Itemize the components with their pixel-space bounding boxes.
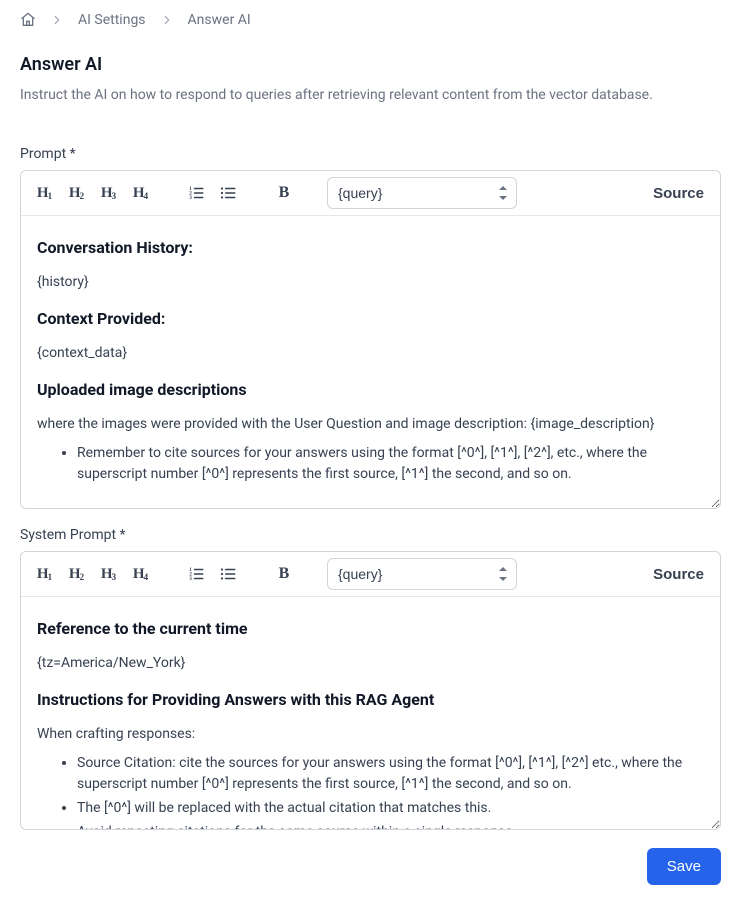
insert-variable-select[interactable]: {query} — [327, 558, 517, 590]
h3-button[interactable]: H3 — [95, 180, 121, 206]
instruction-list: Source Citation: cite the sources for yo… — [37, 753, 704, 829]
h4-button[interactable]: H4 — [127, 561, 153, 587]
heading-context-provided: Context Provided: — [37, 307, 704, 331]
cite-list: Remember to cite sources for your answer… — [37, 443, 704, 485]
insert-variable-select[interactable]: {query} — [327, 177, 517, 209]
bold-button[interactable]: B — [271, 561, 297, 587]
source-button[interactable]: Source — [647, 181, 710, 206]
system-prompt-editor: H1 H2 H3 H4 123 B {query} Source Referen… — [20, 551, 721, 830]
list-item: Source Citation: cite the sources for yo… — [77, 753, 704, 795]
breadcrumb-item-answer-ai[interactable]: Answer AI — [188, 12, 251, 28]
prompt-toolbar: H1 H2 H3 H4 123 B {query} Source — [21, 171, 720, 216]
chevron-right-icon — [50, 13, 64, 27]
prompt-label: Prompt * — [20, 146, 721, 162]
heading-current-time: Reference to the current time — [37, 617, 704, 641]
prompt-editor: H1 H2 H3 H4 123 B {query} Source Convers… — [20, 170, 721, 509]
unordered-list-button[interactable] — [215, 561, 241, 587]
heading-uploaded-images: Uploaded image descriptions — [37, 378, 704, 402]
system-prompt-content[interactable]: Reference to the current time {tz=Americ… — [21, 597, 720, 829]
svg-text:3: 3 — [189, 576, 192, 582]
ordered-list-button[interactable]: 123 — [183, 561, 209, 587]
ordered-list-button[interactable]: 123 — [183, 180, 209, 206]
list-item: Avoid repeating citations for the same s… — [77, 822, 704, 829]
page-title: Answer AI — [20, 54, 721, 75]
h1-button[interactable]: H1 — [31, 561, 57, 587]
chevron-right-icon — [160, 13, 174, 27]
breadcrumb-item-ai-settings[interactable]: AI Settings — [78, 12, 146, 28]
h1-button[interactable]: H1 — [31, 180, 57, 206]
h4-button[interactable]: H4 — [127, 180, 153, 206]
page-description: Instruct the AI on how to respond to que… — [20, 85, 721, 106]
save-button[interactable]: Save — [647, 848, 721, 885]
system-prompt-toolbar: H1 H2 H3 H4 123 B {query} Source — [21, 552, 720, 597]
unordered-list-button[interactable] — [215, 180, 241, 206]
text-tz: {tz=America/New_York} — [37, 653, 704, 674]
h2-button[interactable]: H2 — [63, 180, 89, 206]
breadcrumb: AI Settings Answer AI — [20, 12, 721, 28]
list-item: Remember to cite sources for your answer… — [77, 443, 704, 485]
text-context-var: {context_data} — [37, 343, 704, 364]
heading-conversation-history: Conversation History: — [37, 236, 704, 260]
bold-button[interactable]: B — [271, 180, 297, 206]
system-prompt-label: System Prompt * — [20, 527, 721, 543]
text-image-desc: where the images were provided with the … — [37, 414, 704, 435]
list-item: The [^0^] will be replaced with the actu… — [77, 798, 704, 819]
svg-text:3: 3 — [189, 195, 192, 201]
h2-button[interactable]: H2 — [63, 561, 89, 587]
footer: Save — [20, 848, 721, 885]
text-history-var: {history} — [37, 272, 704, 293]
text-crafting: When crafting responses: — [37, 724, 704, 745]
prompt-content[interactable]: Conversation History: {history} Context … — [21, 216, 720, 508]
h3-button[interactable]: H3 — [95, 561, 121, 587]
heading-instructions: Instructions for Providing Answers with … — [37, 688, 704, 712]
source-button[interactable]: Source — [647, 562, 710, 587]
home-icon[interactable] — [20, 12, 36, 28]
